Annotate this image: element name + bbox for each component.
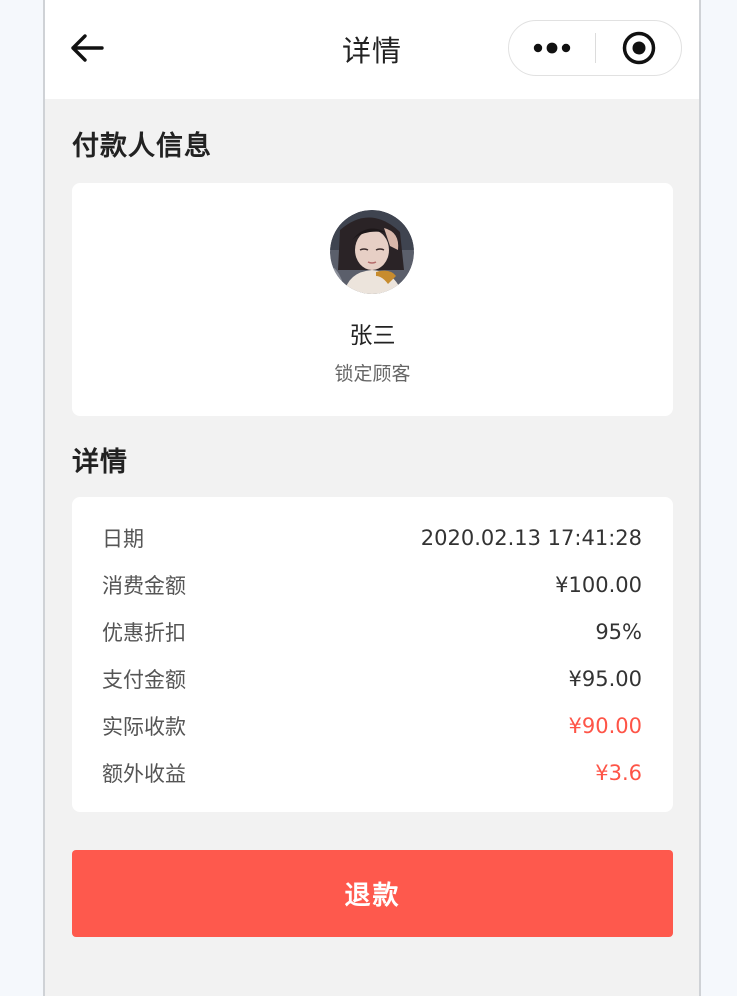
navigation-bar: 详情	[45, 0, 699, 99]
avatar[interactable]	[330, 210, 414, 294]
detail-value: ¥100.00	[555, 573, 642, 597]
refund-button[interactable]: 退款	[72, 850, 673, 937]
target-circle-icon	[622, 31, 656, 65]
detail-row-date: 日期 2020.02.13 17:41:28	[102, 523, 642, 553]
close-button[interactable]	[596, 21, 682, 75]
detail-value: ¥90.00	[568, 714, 642, 738]
detail-value: 95%	[595, 620, 642, 644]
detail-value: 2020.02.13 17:41:28	[420, 526, 642, 550]
detail-row-amount: 消费金额 ¥100.00	[102, 570, 642, 600]
detail-label: 额外收益	[102, 762, 186, 786]
payer-status-tag: 锁定顾客	[334, 363, 411, 385]
mini-program-capsule	[508, 20, 682, 76]
detail-label: 日期	[102, 527, 144, 551]
detail-row-extra-income: 额外收益 ¥3.6	[102, 758, 642, 788]
detail-label: 实际收款	[102, 715, 186, 739]
avatar-illustration	[330, 210, 414, 294]
detail-section-title: 详情	[72, 447, 128, 478]
more-button[interactable]	[509, 21, 595, 75]
refund-button-label: 退款	[344, 881, 401, 911]
detail-row-paid: 支付金额 ¥95.00	[102, 664, 642, 694]
payer-card: 张三 锁定顾客	[72, 183, 673, 416]
detail-label: 优惠折扣	[102, 621, 186, 645]
detail-row-received: 实际收款 ¥90.00	[102, 711, 642, 741]
detail-card: 日期 2020.02.13 17:41:28 消费金额 ¥100.00 优惠折扣…	[72, 497, 673, 812]
detail-value: ¥95.00	[568, 667, 642, 691]
detail-value: ¥3.6	[595, 761, 642, 785]
more-dots-icon	[533, 42, 571, 54]
phone-screen: 详情 付款人信息 张三 锁定顾客 详情 日期 2020.02.13 17:41:…	[45, 0, 699, 996]
detail-label: 消费金额	[102, 574, 186, 598]
payer-name: 张三	[349, 323, 396, 349]
payer-section-title: 付款人信息	[72, 131, 212, 162]
detail-label: 支付金额	[102, 668, 186, 692]
detail-row-discount: 优惠折扣 95%	[102, 617, 642, 647]
